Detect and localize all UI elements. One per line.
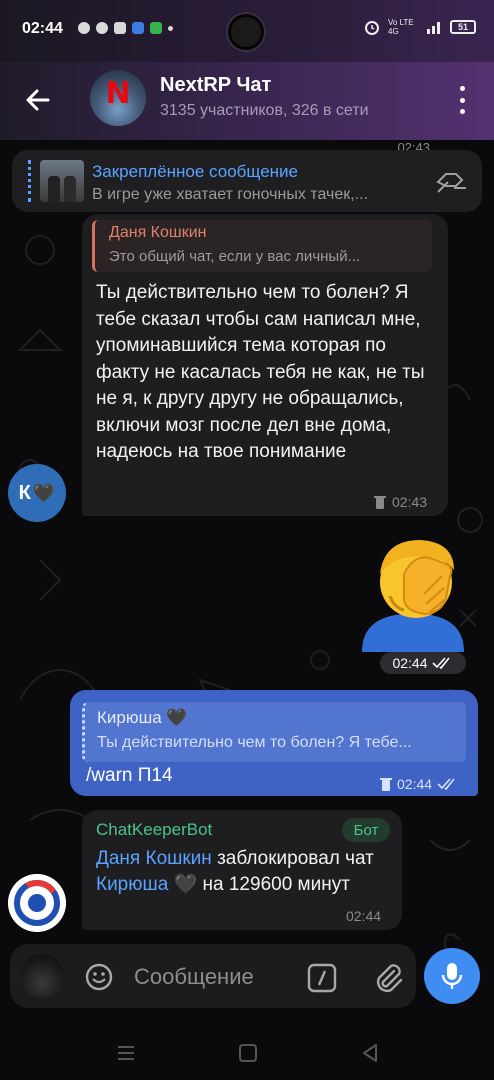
sender-avatar[interactable]: К 🖤	[8, 464, 66, 522]
more-vertical-icon[interactable]	[452, 86, 472, 114]
bot-message-text: Даня Кошкин заблокировал чат Кирюша 🖤 на…	[96, 846, 392, 898]
microphone-icon	[441, 963, 463, 989]
reply-text: Ты действительно чем то болен? Я тебе...	[97, 734, 412, 751]
netflix-logo: N	[105, 76, 131, 111]
emoji-icon[interactable]	[84, 962, 114, 992]
bot-avatar[interactable]	[8, 874, 66, 932]
box-icon	[114, 22, 126, 34]
status-bar: 02:44 Vo LTE 4G 51	[0, 0, 494, 62]
pinned-thumbnail	[40, 160, 84, 202]
chat-notification-icon	[78, 22, 90, 34]
home-nav-icon[interactable]	[236, 1042, 260, 1064]
message-time: 02:43	[392, 494, 428, 510]
message-text: Ты действительно чем то болен? Я тебе ск…	[96, 282, 425, 462]
battery-icon: 51	[450, 20, 476, 34]
voice-record-button[interactable]	[424, 948, 480, 1004]
mention-link[interactable]: Кирюша 🖤	[96, 874, 197, 895]
message-time: 02:44	[392, 655, 428, 671]
bot-commands-icon[interactable]	[306, 962, 338, 994]
cloud-icon	[132, 22, 144, 34]
message-meta: 02:43	[374, 494, 427, 510]
reply-quote[interactable]: Кирюша 🖤 Ты действительно чем то болен? …	[82, 702, 466, 762]
alarm-icon	[365, 21, 379, 35]
reply-quote[interactable]: Даня Кошкин Это общий чат, если у вас ли…	[92, 220, 432, 272]
pinned-preview-text: В игре уже хватает гоночных тачек,...	[92, 186, 369, 203]
bot-name[interactable]: ChatKeeperBot	[96, 820, 212, 840]
bot-badge: Бот	[342, 818, 390, 842]
paperclip-icon[interactable]	[370, 960, 404, 994]
grid-app-icon	[150, 22, 162, 34]
back-arrow-icon[interactable]	[20, 82, 56, 118]
black-heart-icon: 🖤	[32, 482, 56, 503]
pinned-message-bar[interactable]: Закреплённое сообщение В игре уже хватае…	[12, 150, 482, 212]
reply-text: Это общий чат, если у вас личный...	[109, 248, 361, 265]
send-as-avatar[interactable]	[20, 954, 64, 998]
whatsapp-icon	[96, 22, 108, 34]
avatar-letter: К	[18, 481, 31, 504]
message-time: 02:44	[397, 776, 433, 792]
dot-icon	[168, 26, 173, 31]
double-check-icon	[437, 778, 455, 790]
unpin-icon[interactable]	[434, 168, 468, 196]
message-meta: 02:44	[380, 776, 459, 792]
facepalm-sticker[interactable]	[354, 534, 472, 652]
sticker-time: 02:44	[380, 652, 466, 674]
mention-link[interactable]: Даня Кошкин	[96, 848, 212, 869]
chat-members-count: 3135 участников, 326 в сети	[160, 102, 369, 119]
system-status: Vo LTE 4G 51	[364, 18, 476, 36]
notification-icons	[78, 22, 173, 34]
chat-avatar[interactable]: N	[90, 70, 146, 126]
front-camera	[228, 14, 264, 50]
pinned-title: Закреплённое сообщение	[92, 162, 298, 181]
menu-nav-icon[interactable]	[114, 1042, 138, 1064]
bot-text-part: на 129600 минут	[197, 874, 350, 895]
status-time: 02:44	[22, 20, 63, 37]
signal-icon	[427, 22, 440, 34]
system-navigation-bar	[0, 1028, 494, 1080]
deleted-trash-icon	[380, 778, 392, 791]
network-label: Vo LTE 4G	[388, 18, 414, 36]
double-check-icon	[431, 657, 450, 669]
chat-title[interactable]: NextRP Чат	[160, 74, 271, 97]
back-nav-icon[interactable]	[358, 1042, 382, 1064]
message-time: 02:44	[346, 908, 382, 924]
reply-author: Даня Кошкин	[109, 224, 207, 241]
chat-header: N NextRP Чат 3135 участников, 326 в сети	[0, 62, 494, 140]
message-text: /warn П14	[86, 765, 173, 786]
bot-text-part: заблокировал чат	[211, 848, 374, 869]
message-input[interactable]	[134, 962, 304, 992]
pinned-indicator	[28, 160, 31, 202]
reply-author: Кирюша 🖤	[97, 708, 188, 727]
deleted-trash-icon	[374, 496, 386, 509]
